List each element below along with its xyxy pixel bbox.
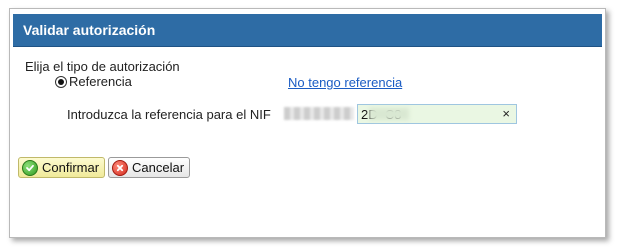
check-icon	[22, 159, 38, 176]
reference-input-field[interactable]: ×	[357, 104, 517, 124]
redacted-nif	[284, 107, 354, 120]
confirm-button[interactable]: Confirmar	[18, 157, 106, 178]
cancel-icon	[112, 159, 128, 176]
radio-selected-dot	[58, 78, 64, 85]
radio-referencia[interactable]: Referencia	[55, 74, 132, 89]
authorization-dialog: Validar autorización Elija el tipo de au…	[9, 8, 606, 238]
confirm-button-label: Confirmar	[42, 160, 100, 175]
cancel-button[interactable]: Cancelar	[108, 157, 191, 178]
redacted-reference-part	[369, 108, 409, 120]
dialog-header: Validar autorización	[13, 14, 602, 47]
dialog-title: Validar autorización	[23, 22, 156, 38]
radio-label: Referencia	[69, 74, 132, 89]
no-reference-link[interactable]: No tengo referencia	[288, 75, 402, 90]
authorization-type-label: Elija el tipo de autorización	[25, 59, 180, 74]
radio-button-icon[interactable]	[55, 75, 67, 88]
cancel-button-label: Cancelar	[132, 160, 185, 175]
clear-input-icon[interactable]: ×	[502, 106, 510, 122]
nif-reference-label: Introduzca la referencia para el NIF	[67, 107, 271, 122]
